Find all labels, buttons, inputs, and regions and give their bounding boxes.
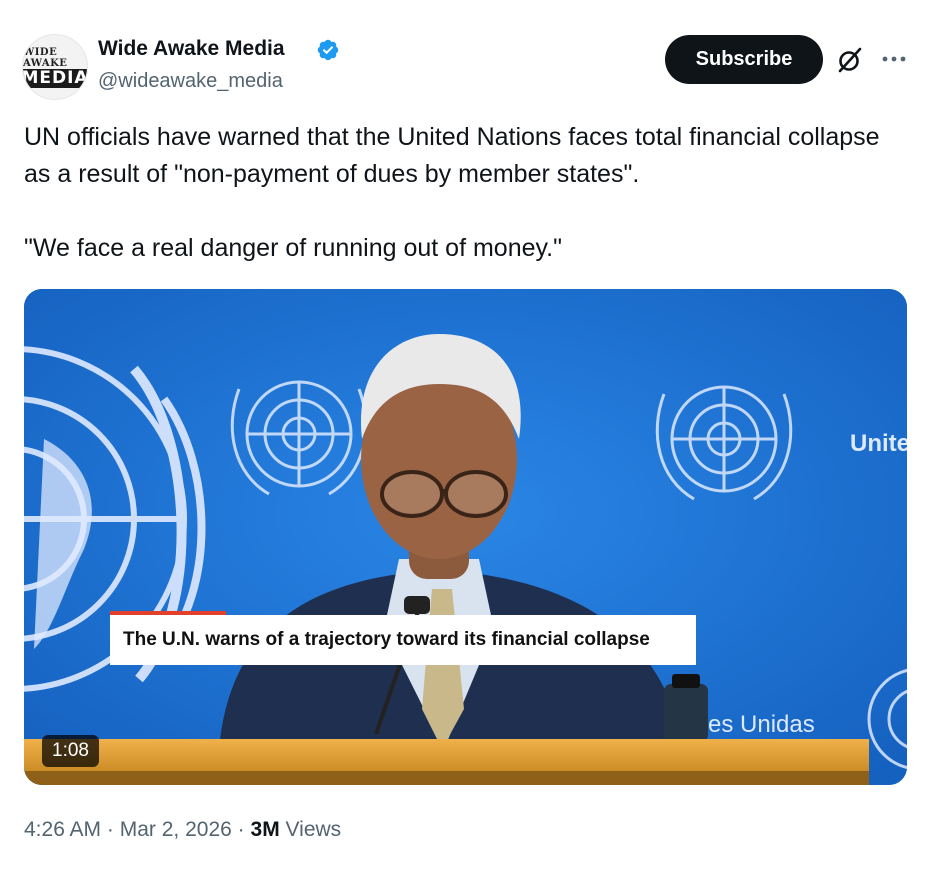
tweet-time[interactable]: 4:26 AM [24, 818, 101, 841]
backdrop-text-bottom: es Unidas [708, 711, 815, 738]
avatar-text-bottom: MEDIA [23, 68, 87, 88]
tweet-paragraph: UN officials have warned that the United… [24, 123, 880, 188]
tweet-meta: 4:26 AM · Mar 2, 2026 · 3M Views [24, 815, 341, 845]
video-duration-badge: 1:08 [42, 735, 99, 767]
author-name[interactable]: Wide Awake Media [98, 35, 285, 63]
tweet-date[interactable]: Mar 2, 2026 [120, 818, 232, 841]
tweet-text: UN officials have warned that the United… [24, 119, 904, 267]
avatar-text-top: WIDE AWAKE [23, 46, 68, 69]
subscribe-button[interactable]: Subscribe [665, 35, 823, 84]
more-icon[interactable] [878, 44, 910, 74]
video-player[interactable]: Unite es Unidas The U.N. warns of a traj… [24, 289, 907, 785]
backdrop-text-right: Unite [850, 430, 907, 457]
avatar[interactable]: WIDE AWAKE MEDIA [22, 34, 88, 100]
meta-separator: · [106, 818, 114, 841]
author-handle[interactable]: @wideawake_media [98, 67, 283, 95]
views-label: Views [285, 818, 342, 841]
verified-badge-icon [317, 39, 339, 61]
grok-icon[interactable] [835, 45, 865, 75]
views-count: 3M [250, 818, 280, 841]
video-caption: The U.N. warns of a trajectory toward it… [110, 615, 696, 665]
tweet-quote: "We face a real danger of running out of… [24, 234, 562, 262]
meta-separator: · [237, 818, 245, 841]
